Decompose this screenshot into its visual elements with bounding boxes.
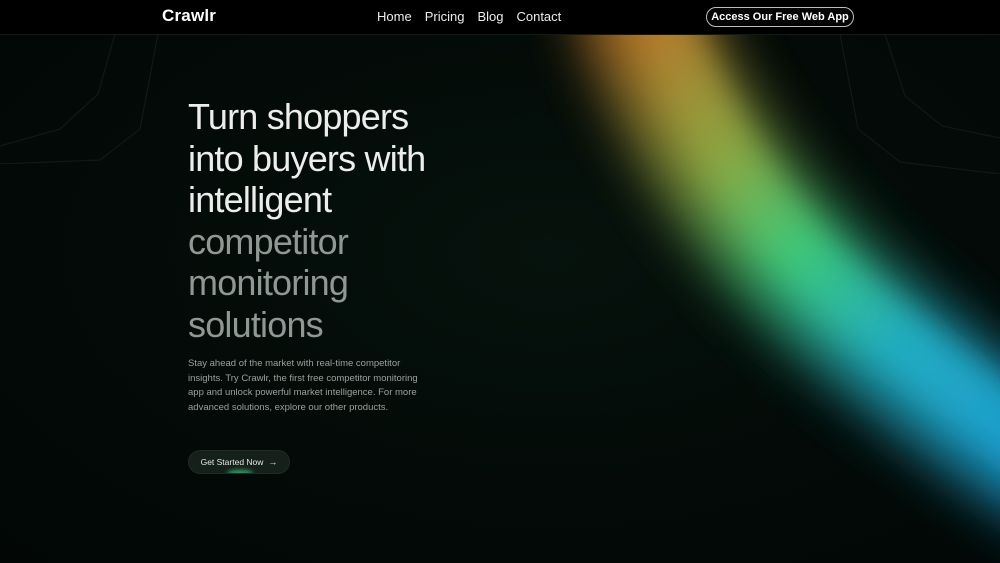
hero-title-line: solutions	[188, 303, 324, 345]
get-started-label: Get Started Now	[200, 457, 264, 467]
get-started-button[interactable]: Get Started Now →	[188, 450, 290, 474]
nav-link-pricing[interactable]: Pricing	[425, 9, 465, 24]
page: Crawlr Home Pricing Blog Contact Access …	[0, 0, 1000, 563]
top-navbar: Crawlr Home Pricing Blog Contact Access …	[0, 0, 1000, 35]
hero-title-line: Turn shoppers	[188, 96, 409, 137]
hero-title-line: intelligent	[188, 179, 332, 220]
nav-link-blog[interactable]: Blog	[477, 9, 503, 24]
crawlr-logo[interactable]: Crawlr	[162, 6, 216, 26]
decorative-outline-right	[839, 34, 1000, 174]
hero-title: Turn shoppers into buyers with intellige…	[188, 96, 426, 345]
main-nav: Home Pricing Blog Contact	[377, 9, 561, 24]
arrow-right-icon: →	[268, 456, 278, 467]
access-web-app-button[interactable]: Access Our Free Web App	[706, 7, 854, 27]
decorative-outline-left	[0, 34, 159, 164]
hero-title-line: monitoring	[188, 262, 349, 303]
button-glow	[227, 470, 253, 473]
hero-title-line: competitor	[188, 220, 349, 262]
nav-link-home[interactable]: Home	[377, 9, 412, 24]
hero-section: Turn shoppers into buyers with intellige…	[188, 96, 426, 345]
gradient-glow-arc	[580, 0, 1000, 504]
hero-description: Stay ahead of the market with real-time …	[188, 358, 418, 413]
nav-link-contact[interactable]: Contact	[516, 9, 561, 24]
hero-title-line: into buyers with	[188, 137, 426, 179]
